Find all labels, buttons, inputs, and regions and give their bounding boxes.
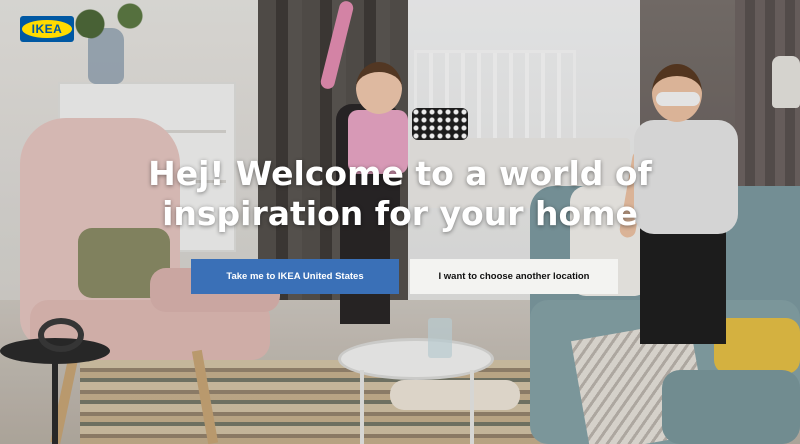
hero-line-2: inspiration for your home [162,194,638,233]
choose-location-button[interactable]: I want to choose another location [410,259,618,294]
hero-line-1: Hej! Welcome to a world of [148,154,652,193]
go-to-us-site-button[interactable]: Take me to IKEA United States [191,259,399,294]
ikea-logo[interactable]: IKEA [20,16,74,42]
logo-text: IKEA [31,22,63,36]
hero-heading: Hej! Welcome to a world of inspiration f… [120,154,680,234]
logo-oval: IKEA [22,20,72,38]
